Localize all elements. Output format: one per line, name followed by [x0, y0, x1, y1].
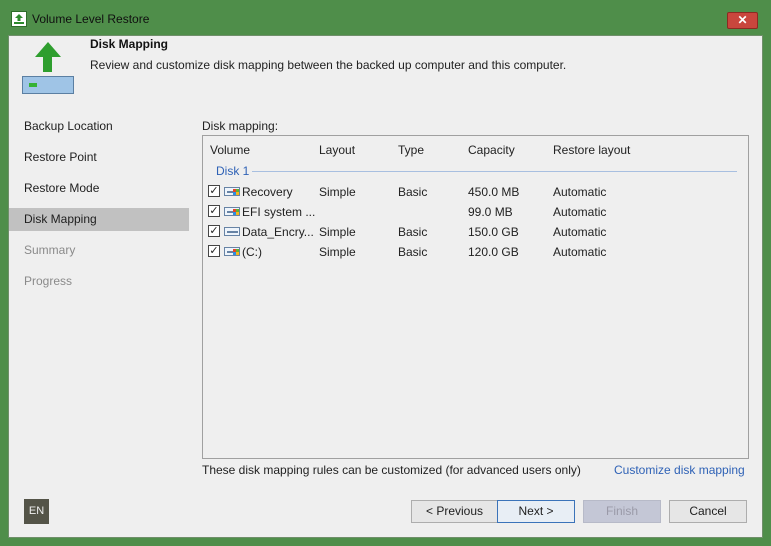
- volume-name: (C:): [242, 245, 262, 259]
- step-backup-location[interactable]: Backup Location: [9, 115, 189, 138]
- window: Volume Level Restore ✕ Disk Mapping Revi…: [0, 0, 771, 546]
- volume-restore-layout: Automatic: [553, 245, 607, 259]
- volume-layout: Simple: [319, 245, 356, 259]
- column-header-restore-layout[interactable]: Restore layout: [553, 143, 630, 157]
- volume-capacity: 150.0 GB: [468, 225, 519, 239]
- drive-volume-icon: [224, 227, 240, 236]
- volume-layout: Simple: [319, 225, 356, 239]
- volume-capacity: 99.0 MB: [468, 205, 513, 219]
- column-header-volume[interactable]: Volume: [210, 143, 250, 157]
- step-disk-mapping[interactable]: Disk Mapping: [9, 208, 189, 231]
- step-restore-point[interactable]: Restore Point: [9, 146, 189, 169]
- volume-restore-layout: Automatic: [553, 185, 607, 199]
- volume-checkbox[interactable]: ✓: [208, 225, 220, 237]
- column-header-layout[interactable]: Layout: [319, 143, 355, 157]
- step-restore-mode[interactable]: Restore Mode: [9, 177, 189, 200]
- wizard-header: Disk Mapping Review and customize disk m…: [9, 36, 762, 104]
- volume-restore-layout: Automatic: [553, 205, 607, 219]
- wizard-steps: Backup Location Restore Point Restore Mo…: [9, 115, 189, 301]
- volume-capacity: 120.0 GB: [468, 245, 519, 259]
- volume-name: Data_Encry...: [242, 225, 314, 239]
- table-row[interactable]: ✓ Recovery Simple Basic 450.0 MB Automat…: [203, 182, 748, 202]
- page-title: Disk Mapping: [90, 37, 169, 51]
- column-header-type[interactable]: Type: [398, 143, 424, 157]
- customize-disk-mapping-link[interactable]: Customize disk mapping: [614, 463, 745, 477]
- table-row[interactable]: ✓ (C:) Simple Basic 120.0 GB Automatic: [203, 242, 748, 262]
- window-title: Volume Level Restore: [32, 12, 150, 26]
- volume-type: Basic: [398, 185, 428, 199]
- step-progress: Progress: [24, 274, 73, 288]
- close-button[interactable]: ✕: [727, 12, 758, 29]
- windows-volume-icon: [224, 247, 240, 256]
- volume-capacity: 450.0 MB: [468, 185, 520, 199]
- volume-type: Basic: [398, 225, 428, 239]
- volume-checkbox[interactable]: ✓: [208, 185, 220, 197]
- volume-checkbox[interactable]: ✓: [208, 245, 220, 257]
- restore-app-icon: [11, 11, 27, 27]
- wizard-client: Disk Mapping Review and customize disk m…: [8, 35, 763, 538]
- volume-type: Basic: [398, 245, 428, 259]
- previous-button[interactable]: < Previous: [411, 500, 498, 523]
- volume-name: Recovery: [242, 185, 293, 199]
- volume-restore-icon: [19, 42, 75, 98]
- advanced-note: These disk mapping rules can be customiz…: [202, 463, 581, 477]
- volume-name: EFI system ...: [242, 205, 316, 219]
- disk-mapping-table: Volume Layout Type Capacity Restore layo…: [202, 135, 749, 459]
- page-description: Review and customize disk mapping betwee…: [90, 58, 567, 72]
- windows-volume-icon: [224, 207, 240, 216]
- disk-icon: [22, 76, 74, 94]
- language-indicator[interactable]: EN: [24, 499, 49, 524]
- disk-group-label[interactable]: Disk 1: [216, 164, 249, 178]
- step-summary: Summary: [24, 243, 76, 257]
- cancel-button[interactable]: Cancel: [669, 500, 747, 523]
- title-bar: Volume Level Restore ✕: [0, 0, 771, 36]
- table-row[interactable]: ✓ Data_Encry... Simple Basic 150.0 GB Au…: [203, 222, 748, 242]
- volume-restore-layout: Automatic: [553, 225, 607, 239]
- disk-mapping-label: Disk mapping:: [202, 119, 279, 133]
- windows-volume-icon: [224, 187, 240, 196]
- next-button[interactable]: Next >: [497, 500, 575, 523]
- group-divider: [252, 171, 737, 172]
- volume-checkbox[interactable]: ✓: [208, 205, 220, 217]
- volume-layout: Simple: [319, 185, 356, 199]
- table-row[interactable]: ✓ EFI system ... 99.0 MB Automatic: [203, 202, 748, 222]
- finish-button: Finish: [583, 500, 661, 523]
- column-header-capacity[interactable]: Capacity: [468, 143, 515, 157]
